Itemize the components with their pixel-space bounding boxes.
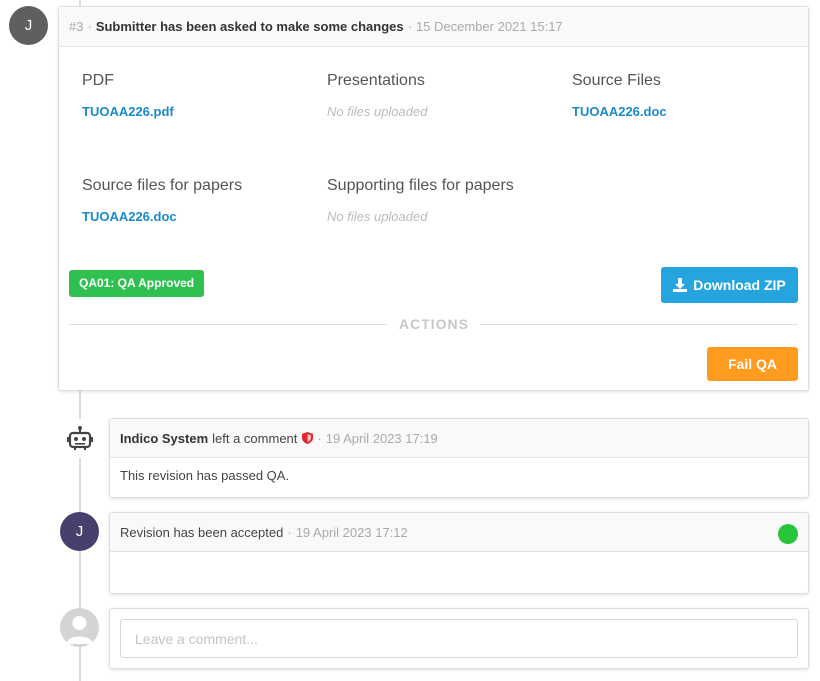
file-link[interactable]: TUOAA226.doc: [572, 104, 667, 119]
revision-accepted-card: Revision has been accepted · 19 April 20…: [109, 512, 809, 594]
file-section-title: PDF: [82, 72, 114, 89]
separator: ·: [87, 19, 92, 34]
file-section-source-files-papers: Source files for papers TUOAA226.doc: [82, 177, 242, 224]
system-comment-card: Indico System left a comment · 19 April …: [109, 418, 809, 498]
file-section-supporting-files: Supporting files for papers No files upl…: [327, 177, 514, 224]
file-section-presentations: Presentations No files uploaded: [327, 72, 427, 119]
user-avatar-placeholder: [60, 608, 99, 647]
file-section-source-files: Source Files TUOAA226.doc: [572, 72, 667, 119]
revision-header: #3 · Submitter has been asked to make so…: [59, 7, 808, 47]
revision-timestamp: 15 December 2021 15:17: [415, 19, 563, 34]
file-link[interactable]: TUOAA226.pdf: [82, 104, 174, 119]
actions-divider-right: [480, 324, 798, 325]
accepted-timestamp: 19 April 2023 17:12: [295, 524, 408, 540]
fail-qa-button[interactable]: Fail QA: [707, 347, 798, 381]
file-section-title: Presentations: [327, 72, 425, 89]
accepted-header: Revision has been accepted · 19 April 20…: [110, 513, 808, 552]
revision-avatar-initial: J: [24, 17, 33, 34]
no-files-text: No files uploaded: [327, 104, 428, 119]
comment-input[interactable]: [120, 619, 798, 658]
comment-body: This revision has passed QA.: [120, 468, 290, 483]
comment-header: Indico System left a comment · 19 April …: [110, 419, 808, 458]
file-section-title: Source Files: [572, 72, 661, 89]
file-section-pdf: PDF TUOAA226.pdf: [82, 72, 174, 119]
separator: ·: [287, 524, 292, 540]
file-section-title: Supporting files for papers: [327, 177, 514, 194]
page: J #3 · Submitter has been asked to make …: [0, 0, 820, 681]
comment-action: left a comment: [212, 430, 298, 446]
shield-icon: [302, 432, 314, 444]
accepted-avatar: J: [60, 512, 99, 551]
file-section-title: Source files for papers: [82, 177, 243, 194]
new-comment-card: [109, 608, 809, 669]
comment-author: Indico System: [120, 430, 209, 446]
revision-title: Submitter has been asked to make some ch…: [95, 19, 404, 34]
actions-label: ACTIONS: [399, 316, 469, 332]
robot-icon: [60, 419, 99, 458]
qa-approved-tag[interactable]: QA01: QA Approved: [69, 270, 205, 297]
file-link[interactable]: TUOAA226.doc: [82, 209, 242, 224]
accepted-text: Revision has been accepted: [120, 524, 284, 540]
revision-number: #3: [69, 19, 84, 34]
download-zip-button[interactable]: Download ZIP: [661, 267, 798, 303]
download-icon: [673, 278, 688, 292]
accepted-status-icon: [778, 524, 798, 544]
no-files-text: No files uploaded: [327, 209, 428, 224]
download-zip-label: Download ZIP: [693, 277, 786, 293]
accepted-avatar-initial: J: [75, 523, 84, 540]
actions-divider-left: [69, 324, 387, 325]
separator: ·: [317, 430, 322, 446]
revision-card: #3 · Submitter has been asked to make so…: [58, 6, 809, 391]
comment-timestamp: 19 April 2023 17:19: [325, 430, 438, 446]
revision-avatar: J: [9, 6, 48, 45]
separator: ·: [407, 19, 412, 34]
